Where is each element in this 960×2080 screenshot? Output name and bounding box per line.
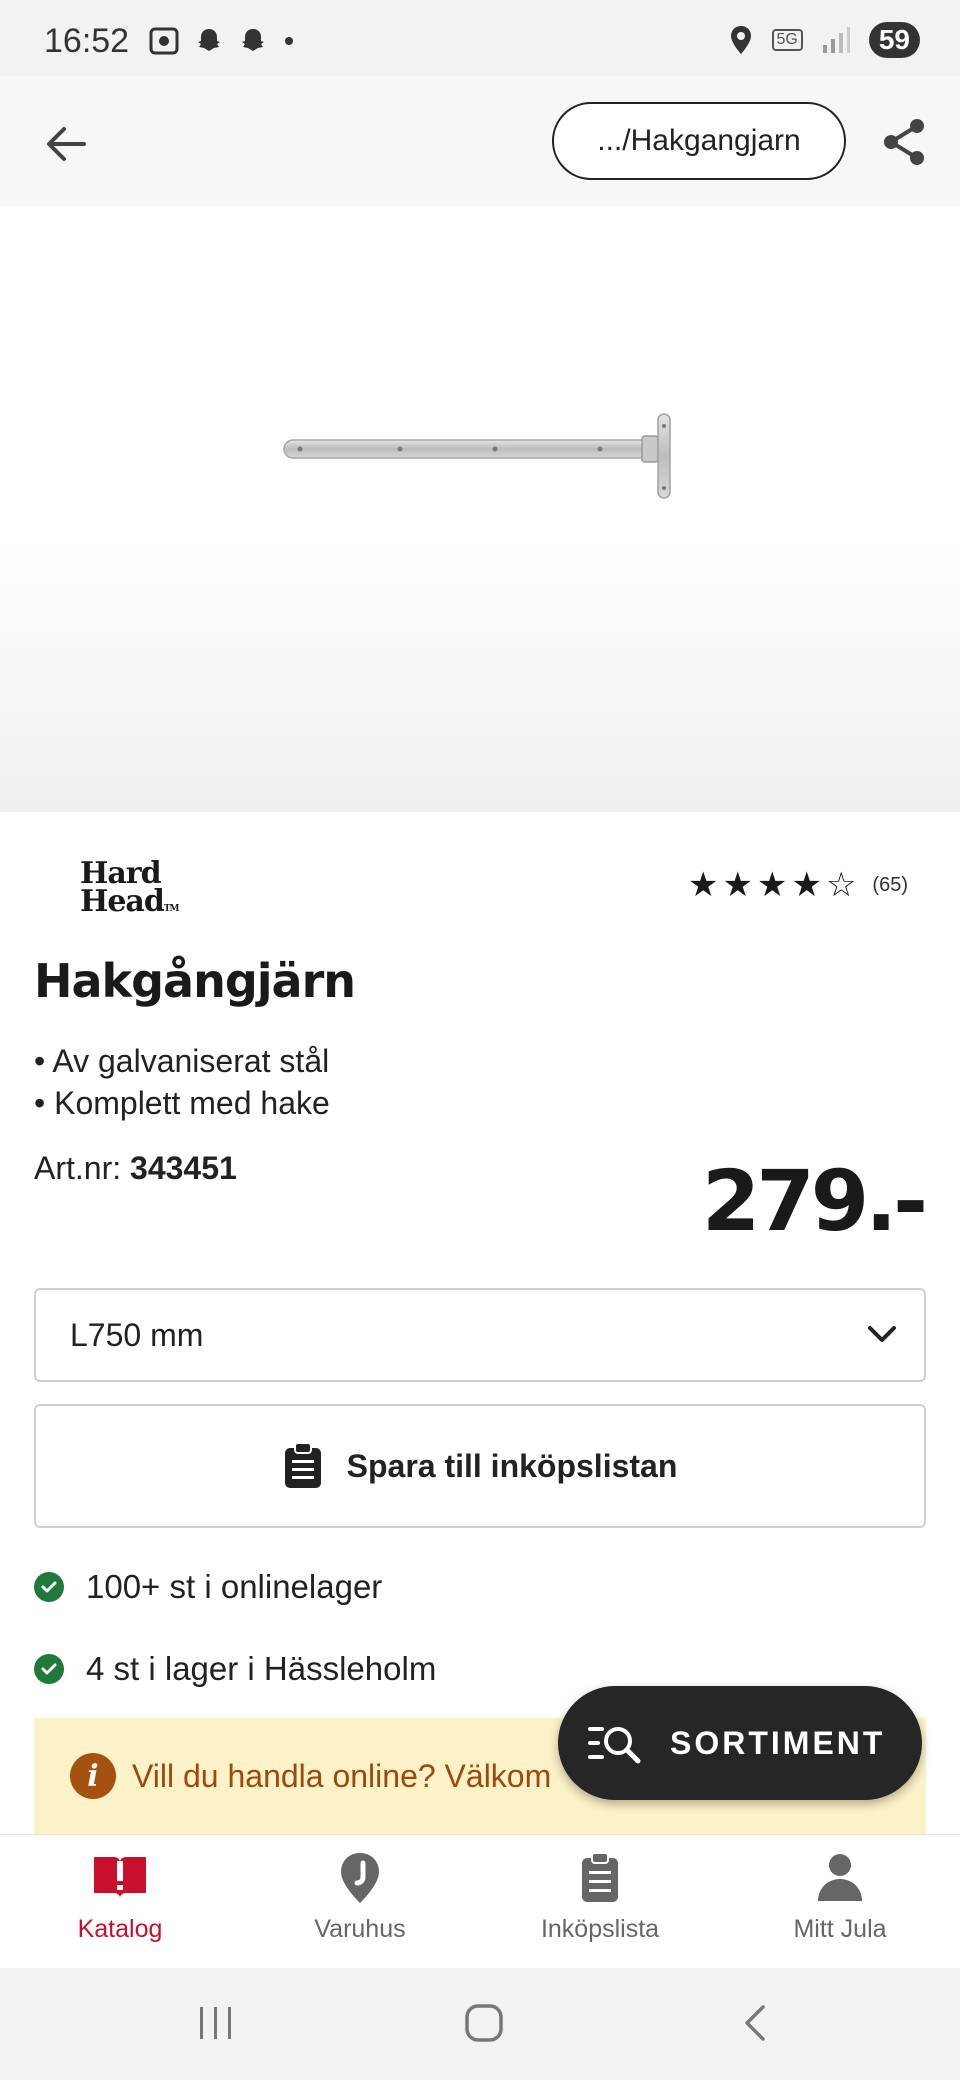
nav-label-mitt-jula: Mitt Jula (793, 1915, 887, 1943)
brand-logo-tm: TM (163, 904, 180, 914)
home-button[interactable] (454, 1998, 514, 2048)
check-circle-icon (34, 1572, 64, 1602)
product-image-gate-hinge (283, 413, 671, 499)
banner-text: Vill du handla online? Välkom (132, 1757, 552, 1794)
arrow-left-icon (47, 127, 86, 161)
snapchat-icon (198, 29, 220, 51)
status-time: 16:52 (44, 22, 130, 60)
nav-label-inkopslista: Inköpslista (540, 1915, 660, 1943)
online-stock-text: 100+ st i onlinelager (86, 1568, 383, 1605)
more-notifications-dot-icon (285, 37, 293, 45)
article-number-label: Art.nr: (34, 1150, 122, 1186)
bottom-navigation: Katalog Varuhus Inköpslista Mitt Jula (0, 1834, 960, 1968)
nav-label-katalog: Katalog (77, 1915, 163, 1943)
system-back-button[interactable] (724, 1998, 784, 2048)
article-number-value: 343451 (130, 1150, 237, 1186)
feature-item: • Av galvaniserat stål (34, 1043, 330, 1079)
star-empty-icon: ☆ (825, 866, 857, 904)
fab-label: SORTIMENT (670, 1724, 886, 1761)
product-title: Hakgångjärn (34, 954, 356, 1008)
star-filled-icon: ★ (756, 866, 788, 904)
home-icon (465, 2004, 503, 2042)
star-filled-icon: ★ (722, 866, 753, 904)
chevron-left-icon (745, 2005, 765, 2041)
save-to-shopping-list-button[interactable]: Spara till inköpslistan (34, 1404, 926, 1528)
status-bar: 16:52 5G 59 (0, 0, 960, 76)
system-navigation-bar (0, 1968, 960, 2080)
location-icon (730, 26, 751, 54)
search-list-icon (588, 1727, 641, 1764)
back-button[interactable] (38, 116, 94, 172)
network-type-icon: 5G (771, 29, 803, 51)
snapchat-icon-2 (242, 29, 264, 51)
product-features: • Av galvaniserat stål • Komplett med ha… (34, 1040, 330, 1124)
chevron-down-icon (868, 1326, 896, 1342)
clipboard-icon (284, 1442, 321, 1488)
product-details: Hard HeadTM ★ ★ ★ ★ ☆ (65) Hakgångjärn •… (0, 812, 960, 1834)
share-button[interactable] (876, 112, 932, 172)
star-filled-icon: ★ (688, 866, 719, 904)
recent-apps-button[interactable] (186, 1998, 246, 2048)
feature-item: • Komplett med hake (34, 1085, 330, 1121)
nav-item-katalog[interactable]: Katalog (0, 1835, 240, 1968)
status-right: 5G 59 (728, 22, 920, 58)
nav-item-varuhus[interactable]: Varuhus (240, 1835, 480, 1968)
nav-item-inkopslista[interactable]: Inköpslista (480, 1835, 720, 1968)
clipboard-icon (582, 1852, 618, 1902)
screenshot-icon (149, 27, 179, 55)
check-circle-icon (34, 1654, 64, 1684)
product-rating[interactable]: ★ ★ ★ ★ ☆ (65) (688, 868, 908, 902)
recent-apps-icon (200, 2007, 231, 2039)
share-icon (884, 119, 924, 165)
info-icon: i (70, 1753, 116, 1799)
product-price: 279.- (701, 1152, 928, 1250)
assortment-fab[interactable]: SORTIMENT (558, 1686, 922, 1800)
nav-label-varuhus: Varuhus (314, 1915, 406, 1943)
signal-icon (822, 27, 850, 53)
save-button-label: Spara till inköpslistan (346, 1447, 678, 1484)
product-image-area[interactable] (0, 206, 960, 812)
online-stock-status: 100+ st i onlinelager (34, 1568, 382, 1606)
store-stock-status[interactable]: 4 st i lager i Hässleholm (34, 1650, 436, 1688)
user-icon (818, 1854, 862, 1901)
variant-selected-value: L750 mm (70, 1316, 204, 1353)
top-app-bar: .../Hakgangjarn (0, 76, 960, 206)
battery-indicator: 59 (868, 22, 920, 58)
review-count: (65) (872, 873, 908, 896)
notification-icons (148, 26, 296, 56)
store-stock-text: 4 st i lager i Hässleholm (86, 1650, 437, 1687)
breadcrumb-button[interactable]: .../Hakgangjarn (552, 102, 846, 180)
location-pin-icon (341, 1853, 379, 1903)
brand-logo-line-2: HeadTM (80, 884, 180, 919)
nav-item-mitt-jula[interactable]: Mitt Jula (720, 1835, 960, 1968)
article-number: Art.nr: 343451 (34, 1150, 237, 1187)
brand-logo: Hard HeadTM (80, 859, 180, 923)
variant-dropdown[interactable]: L750 mm (34, 1288, 926, 1382)
star-filled-icon: ★ (791, 866, 822, 904)
catalog-icon (94, 1857, 146, 1898)
